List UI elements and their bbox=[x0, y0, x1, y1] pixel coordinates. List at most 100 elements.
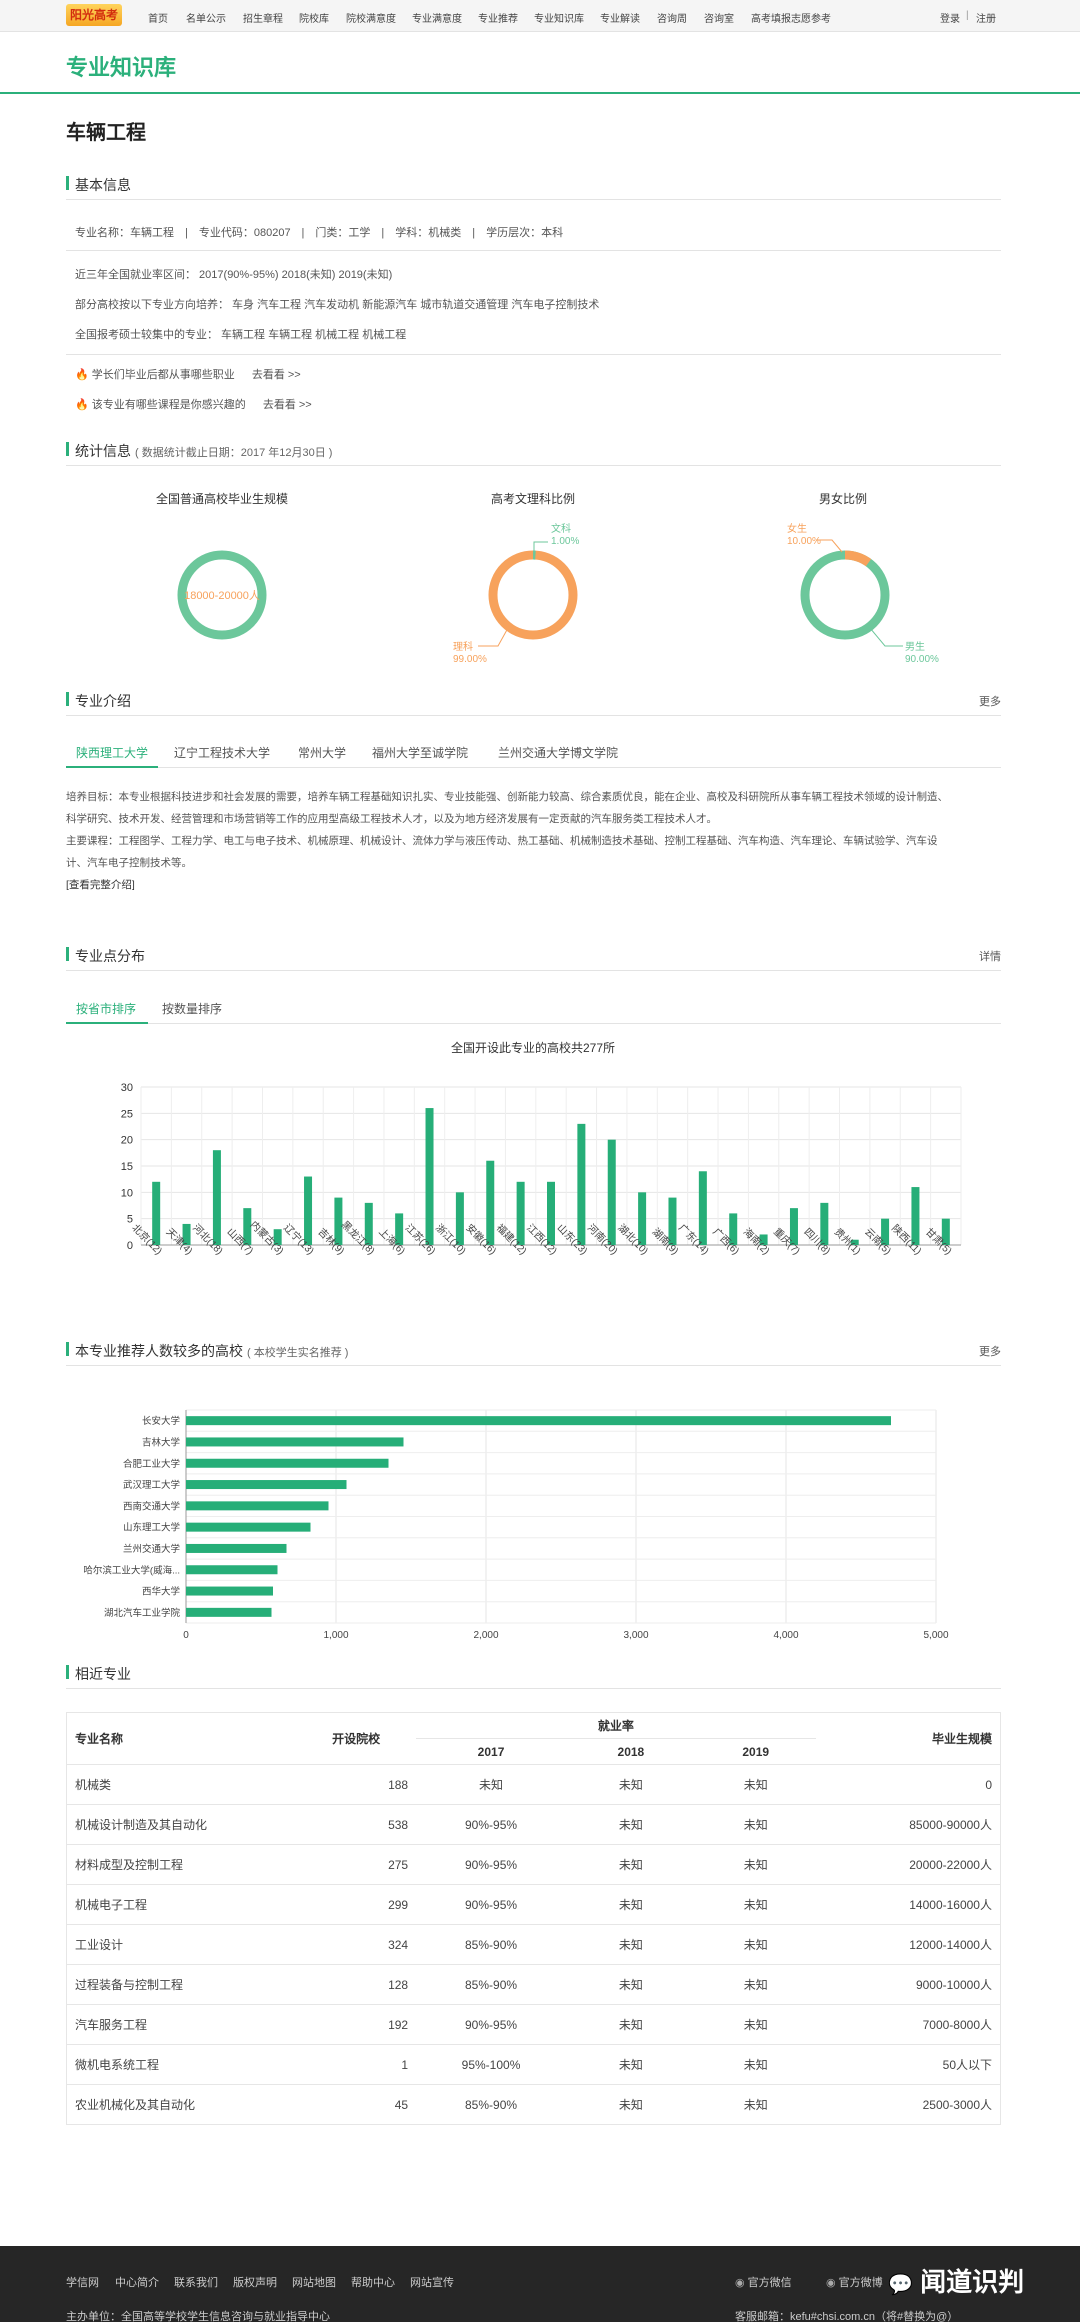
graduate-scale-cell: 85000-90000人 bbox=[815, 1804, 1001, 1845]
nav-link-major-explain[interactable]: 专业解读 bbox=[600, 10, 640, 25]
nav-link-home[interactable]: 首页 bbox=[148, 10, 168, 25]
table-row[interactable]: 农业机械化及其自动化 45 85%-90% 未知 未知 2500-3000人 bbox=[66, 2084, 1001, 2125]
donut-center-label: 18000-20000人 bbox=[184, 589, 260, 602]
y-category-label: 山东理工大学 bbox=[123, 1522, 180, 1534]
table-row[interactable]: 过程装备与控制工程 128 85%-90% 未知 未知 9000-10000人 bbox=[66, 1964, 1001, 2005]
login-link[interactable]: 登录 bbox=[940, 10, 960, 25]
table-row[interactable]: 机械类 188 未知 未知 未知 0 bbox=[66, 1764, 1001, 1805]
bar[interactable] bbox=[186, 1501, 329, 1511]
go-link[interactable]: 去看看 >> bbox=[252, 369, 301, 381]
register-link[interactable]: 注册 bbox=[976, 10, 996, 25]
major-name-cell[interactable]: 汽车服务工程 bbox=[66, 2004, 217, 2045]
bar[interactable] bbox=[638, 1192, 647, 1245]
bar[interactable] bbox=[186, 1607, 272, 1617]
bar[interactable] bbox=[607, 1139, 616, 1245]
weibo-link[interactable]: ◉ 官方微博 bbox=[826, 2274, 883, 2290]
y-tick-label: 10 bbox=[121, 1187, 133, 1199]
table-row[interactable]: 汽车服务工程 192 90%-95% 未知 未知 7000-8000人 bbox=[66, 2004, 1001, 2045]
tab-school-2[interactable]: 辽宁工程技术大学 bbox=[174, 744, 270, 761]
tab-school-1[interactable]: 陕西理工大学 bbox=[76, 744, 148, 761]
tab-school-3[interactable]: 常州大学 bbox=[298, 744, 346, 761]
bar[interactable] bbox=[547, 1181, 555, 1245]
nav-link-major-satisfaction[interactable]: 专业满意度 bbox=[412, 10, 462, 25]
tab-sort-province[interactable]: 按省市排序 bbox=[76, 1000, 136, 1017]
bar[interactable] bbox=[304, 1176, 313, 1245]
nav-link-major-library[interactable]: 专业知识库 bbox=[534, 10, 584, 25]
details-link[interactable]: 详情 bbox=[979, 948, 1001, 964]
nav-link-list[interactable]: 名单公示 bbox=[186, 10, 226, 25]
nav-link-major-recommend[interactable]: 专业推荐 bbox=[478, 10, 518, 25]
table-row[interactable]: 机械电子工程 299 90%-95% 未知 未知 14000-16000人 bbox=[66, 1884, 1001, 1925]
tip-text: 学长们毕业后都从事哪些职业 bbox=[91, 369, 235, 381]
bar[interactable] bbox=[152, 1181, 161, 1245]
weibo-label: 官方微博 bbox=[838, 2277, 883, 2289]
major-name-cell[interactable]: 过程装备与控制工程 bbox=[66, 1964, 217, 2005]
y-category-label: 吉林大学 bbox=[142, 1436, 180, 1448]
footer-link[interactable]: 网站地图 bbox=[292, 2274, 336, 2290]
section-marker bbox=[66, 176, 69, 190]
major-name-cell[interactable]: 机械电子工程 bbox=[66, 1884, 217, 1925]
bar[interactable] bbox=[698, 1171, 707, 1245]
bar[interactable] bbox=[516, 1181, 525, 1245]
footer-link[interactable]: 网站宣传 bbox=[410, 2274, 454, 2290]
bar[interactable] bbox=[186, 1480, 347, 1490]
tip-careers: 🔥 学长们毕业后都从事哪些职业 去看看 >> bbox=[75, 366, 301, 382]
major-name-cell[interactable]: 农业机械化及其自动化 bbox=[66, 2084, 217, 2125]
nav-link-volunteer[interactable]: 高考填报志愿参考 bbox=[751, 10, 831, 25]
bar[interactable] bbox=[186, 1543, 287, 1553]
direction-line[interactable]: 部分高校按以下专业方向培养： 车身 汽车工程 汽车发动机 新能源汽车 城市轨道交… bbox=[75, 296, 599, 312]
nav-link-charter[interactable]: 招生章程 bbox=[243, 10, 283, 25]
footer-link[interactable]: 中心简介 bbox=[115, 2274, 159, 2290]
nav-link-consult-week[interactable]: 咨询周 bbox=[657, 10, 687, 25]
donut-title-arts-science: 高考文理科比例 bbox=[490, 492, 575, 506]
x-tick-label: 甘肃(5) bbox=[923, 1225, 955, 1257]
bar[interactable] bbox=[212, 1150, 221, 1245]
tab-school-4[interactable]: 福州大学至诚学院 bbox=[372, 744, 468, 761]
bar[interactable] bbox=[186, 1522, 311, 1532]
donut-label-b: 理科 bbox=[453, 640, 473, 653]
bar[interactable] bbox=[455, 1192, 464, 1245]
site-logo[interactable]: 阳光高考 bbox=[66, 4, 122, 26]
bar[interactable] bbox=[186, 1437, 404, 1447]
go-link[interactable]: 去看看 >> bbox=[263, 399, 312, 411]
section-title: 基本信息 bbox=[75, 177, 131, 193]
donut-title-gender: 男女比例 bbox=[818, 492, 867, 506]
section-related: 相近专业 bbox=[66, 1663, 1001, 1689]
more-link[interactable]: 更多 bbox=[979, 693, 1001, 709]
bar[interactable] bbox=[486, 1160, 495, 1245]
nav-link-school-satisfaction[interactable]: 院校满意度 bbox=[346, 10, 396, 25]
more-link[interactable]: 更多 bbox=[979, 1343, 1001, 1359]
master-majors-line[interactable]: 全国报考硕士较集中的专业： 车辆工程 车辆工程 机械工程 机械工程 bbox=[75, 326, 406, 342]
bar[interactable] bbox=[186, 1565, 278, 1575]
footer-link[interactable]: 版权声明 bbox=[233, 2274, 277, 2290]
intro-paragraph: 主要课程：工程图学、工程力学、电工与电子技术、机械原理、机械设计、流体力学与液压… bbox=[66, 835, 938, 847]
table-row[interactable]: 工业设计 324 85%-90% 未知 未知 12000-14000人 bbox=[66, 1924, 1001, 1965]
tab-sort-count[interactable]: 按数量排序 bbox=[162, 1000, 222, 1017]
bar[interactable] bbox=[186, 1586, 273, 1596]
y-tick-label: 15 bbox=[121, 1161, 133, 1173]
footer-link[interactable]: 学信网 bbox=[66, 2274, 99, 2290]
major-name-cell[interactable]: 工业设计 bbox=[66, 1924, 217, 1965]
major-name-cell[interactable]: 微机电系统工程 bbox=[66, 2044, 217, 2085]
graduates-donut: 18000-20000人 bbox=[177, 550, 267, 640]
view-full-intro-link[interactable]: [查看完整介绍] bbox=[66, 874, 1001, 896]
footer-link[interactable]: 联系我们 bbox=[174, 2274, 218, 2290]
nav-link-schools[interactable]: 院校库 bbox=[299, 10, 329, 25]
table-row[interactable]: 材料成型及控制工程 275 90%-95% 未知 未知 20000-22000人 bbox=[66, 1844, 1001, 1885]
major-name-cell[interactable]: 机械类 bbox=[66, 1764, 217, 1805]
tab-school-5[interactable]: 兰州交通大学博文学院 bbox=[498, 744, 618, 761]
bar[interactable] bbox=[425, 1108, 434, 1245]
rate-2018-cell: 未知 bbox=[565, 2004, 696, 2045]
major-name-cell[interactable]: 材料成型及控制工程 bbox=[66, 1844, 217, 1885]
wechat-link[interactable]: ◉ 官方微信 bbox=[735, 2274, 792, 2290]
major-name-cell[interactable]: 机械设计制造及其自动化 bbox=[66, 1804, 217, 1845]
table-row[interactable]: 微机电系统工程 1 95%-100% 未知 未知 50人以下 bbox=[66, 2044, 1001, 2085]
bar[interactable] bbox=[186, 1416, 891, 1426]
nav-link-consult-room[interactable]: 咨询室 bbox=[704, 10, 734, 25]
table-row[interactable]: 机械设计制造及其自动化 538 90%-95% 未知 未知 85000-90000人 bbox=[66, 1804, 1001, 1845]
footer-link[interactable]: 帮助中心 bbox=[351, 2274, 395, 2290]
bar[interactable] bbox=[911, 1187, 920, 1245]
bar[interactable] bbox=[577, 1123, 586, 1245]
bar[interactable] bbox=[186, 1458, 389, 1468]
y-category-label: 西南交通大学 bbox=[123, 1500, 180, 1512]
